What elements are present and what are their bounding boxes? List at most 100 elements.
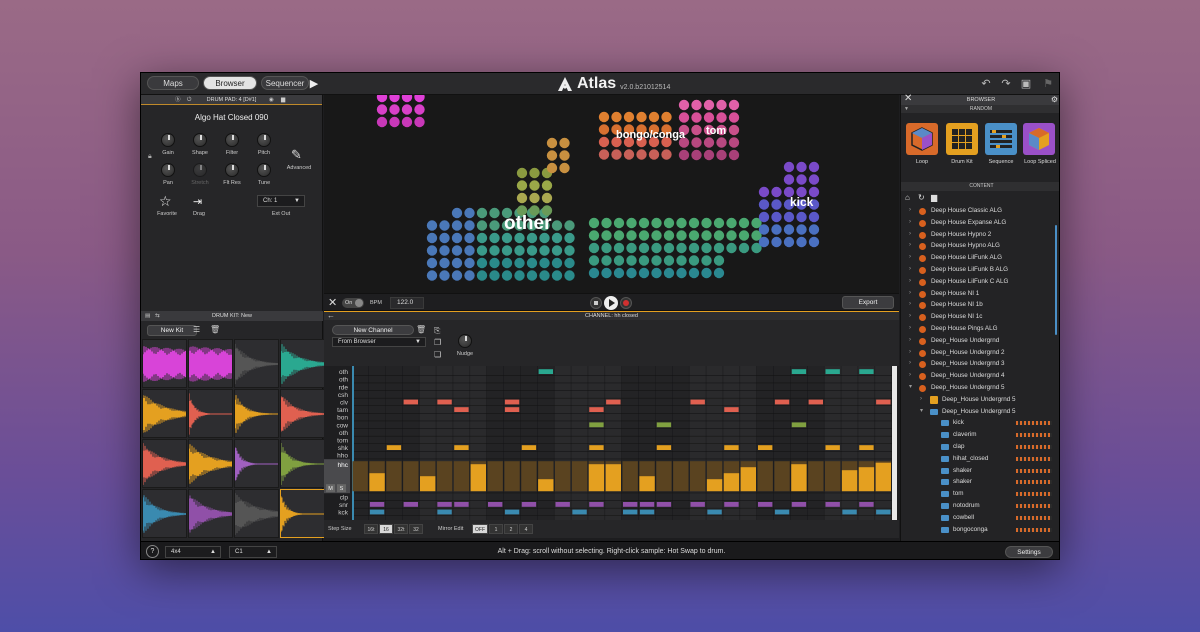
tab-browser[interactable]: Browser bbox=[203, 76, 257, 90]
drum-pad[interactable] bbox=[280, 339, 325, 388]
chevron-right-icon[interactable]: › bbox=[909, 240, 911, 252]
sample-dot[interactable] bbox=[546, 162, 558, 174]
sample-dot[interactable] bbox=[489, 207, 500, 219]
sample-dot[interactable] bbox=[691, 124, 702, 136]
sample-dot[interactable] bbox=[703, 99, 715, 111]
chevron-right-icon[interactable]: › bbox=[909, 252, 911, 264]
sample-dot[interactable] bbox=[559, 137, 570, 149]
sample-dot[interactable] bbox=[651, 242, 662, 254]
play-arrow-icon[interactable]: ▶ bbox=[307, 77, 321, 91]
sample-dot[interactable] bbox=[601, 242, 612, 254]
undo-icon[interactable]: ↶ bbox=[979, 77, 993, 91]
row-label[interactable]: oth bbox=[339, 369, 348, 376]
channel-item[interactable]: notodrum bbox=[901, 500, 1059, 512]
sample-dot[interactable] bbox=[414, 104, 425, 115]
sample-dot[interactable] bbox=[713, 230, 725, 241]
step-note[interactable] bbox=[724, 502, 739, 507]
sample-dot[interactable] bbox=[389, 95, 400, 103]
sample-dot[interactable] bbox=[783, 236, 795, 248]
chevron-right-icon[interactable]: › bbox=[909, 358, 911, 370]
drum-pad[interactable] bbox=[280, 439, 325, 488]
folder-item[interactable]: › Deep House Pings ALG bbox=[901, 323, 1059, 335]
gain-knob[interactable] bbox=[161, 133, 175, 147]
new-kit-button[interactable]: New Kit bbox=[147, 325, 197, 336]
sample-dot[interactable] bbox=[636, 149, 647, 160]
sample-dot[interactable] bbox=[783, 161, 795, 173]
sample-dot[interactable] bbox=[613, 217, 625, 229]
sample-dot[interactable] bbox=[426, 270, 438, 281]
sample-dot[interactable] bbox=[758, 199, 770, 210]
row-label[interactable]: snr bbox=[339, 502, 349, 509]
browser-scrollbar[interactable] bbox=[1055, 225, 1057, 335]
sample-dot[interactable] bbox=[598, 124, 610, 135]
sample-dot[interactable] bbox=[601, 267, 612, 279]
sample-dot[interactable] bbox=[376, 95, 388, 103]
step-note[interactable] bbox=[589, 422, 604, 428]
sample-dot[interactable] bbox=[783, 211, 795, 223]
row-label[interactable]: oth bbox=[339, 377, 348, 384]
row-label[interactable]: clv bbox=[340, 400, 349, 407]
sample-dot[interactable] bbox=[613, 242, 625, 254]
sample-dot[interactable] bbox=[529, 167, 540, 179]
home-icon[interactable]: ⌂ bbox=[905, 193, 910, 202]
sample-map[interactable]: other bongo/conga tom kick bbox=[324, 95, 899, 293]
sample-dot[interactable] bbox=[771, 236, 782, 248]
record-button[interactable] bbox=[620, 297, 632, 309]
sample-dot[interactable] bbox=[738, 242, 750, 254]
close-browser-icon[interactable]: ✕ bbox=[904, 94, 912, 104]
collapse-icon[interactable]: ▼ bbox=[904, 105, 909, 113]
velocity-cell[interactable] bbox=[825, 461, 841, 492]
step-note[interactable] bbox=[758, 445, 773, 450]
velocity-bar[interactable] bbox=[470, 464, 486, 492]
channel-item[interactable]: hihat_closed bbox=[901, 453, 1059, 465]
step-note[interactable] bbox=[623, 509, 638, 515]
sample-dot[interactable] bbox=[564, 232, 575, 244]
sample-dot[interactable] bbox=[691, 112, 702, 123]
back-arrow-icon[interactable]: ← bbox=[327, 312, 335, 320]
sample-dot[interactable] bbox=[783, 174, 795, 185]
tab-sequencer[interactable]: Sequencer bbox=[261, 76, 309, 90]
drum-pad[interactable] bbox=[234, 389, 279, 438]
step-note[interactable] bbox=[403, 502, 418, 507]
list-icon[interactable]: ☰ bbox=[193, 325, 200, 334]
velocity-cell[interactable] bbox=[774, 461, 790, 492]
sample-dot[interactable] bbox=[691, 137, 702, 148]
drum-pad[interactable] bbox=[234, 339, 279, 388]
velocity-cell[interactable] bbox=[436, 461, 453, 492]
sample-dot[interactable] bbox=[678, 99, 690, 111]
velocity-cell[interactable] bbox=[504, 461, 520, 492]
step-note[interactable] bbox=[707, 509, 722, 515]
folder-icon[interactable]: ▆ bbox=[281, 95, 285, 105]
sample-dot[interactable] bbox=[539, 270, 550, 281]
sample-dot[interactable] bbox=[808, 211, 820, 223]
sample-dot[interactable] bbox=[601, 230, 612, 241]
add-folder-icon[interactable]: ▆ bbox=[931, 193, 937, 202]
step-note[interactable] bbox=[369, 502, 385, 507]
step-note[interactable] bbox=[656, 422, 672, 428]
folder-item[interactable]: ▾ Deep_House Undergrnd 5 bbox=[901, 382, 1059, 394]
row-label[interactable]: rde bbox=[339, 384, 349, 391]
step-note[interactable] bbox=[437, 399, 452, 405]
sample-dot[interactable] bbox=[676, 255, 687, 266]
channel-item[interactable]: shaker bbox=[901, 465, 1059, 477]
channel-item[interactable]: kick bbox=[901, 417, 1059, 429]
note-select[interactable]: C1 ▲ bbox=[229, 546, 277, 558]
chevron-right-icon[interactable]: › bbox=[909, 205, 911, 217]
sample-dot[interactable] bbox=[613, 230, 625, 241]
star-icon[interactable]: ☆ bbox=[159, 193, 172, 210]
sample-dot[interactable] bbox=[623, 149, 635, 160]
sample-dot[interactable] bbox=[703, 137, 715, 148]
pan-knob[interactable] bbox=[161, 163, 175, 177]
sample-dot[interactable] bbox=[808, 174, 820, 185]
velocity-cell[interactable] bbox=[690, 461, 706, 492]
sample-dot[interactable] bbox=[598, 111, 610, 123]
sample-dot[interactable] bbox=[426, 232, 438, 244]
sample-dot[interactable] bbox=[451, 220, 463, 231]
drag-icon[interactable]: ⇥ bbox=[193, 195, 202, 208]
step-size-32t[interactable]: 32t bbox=[394, 524, 408, 534]
refresh-icon[interactable]: ↻ bbox=[918, 193, 925, 202]
sample-dot[interactable] bbox=[651, 217, 662, 229]
sample-dot[interactable] bbox=[691, 99, 702, 111]
sample-dot[interactable] bbox=[489, 257, 500, 269]
row-label[interactable]: cow bbox=[336, 422, 348, 429]
